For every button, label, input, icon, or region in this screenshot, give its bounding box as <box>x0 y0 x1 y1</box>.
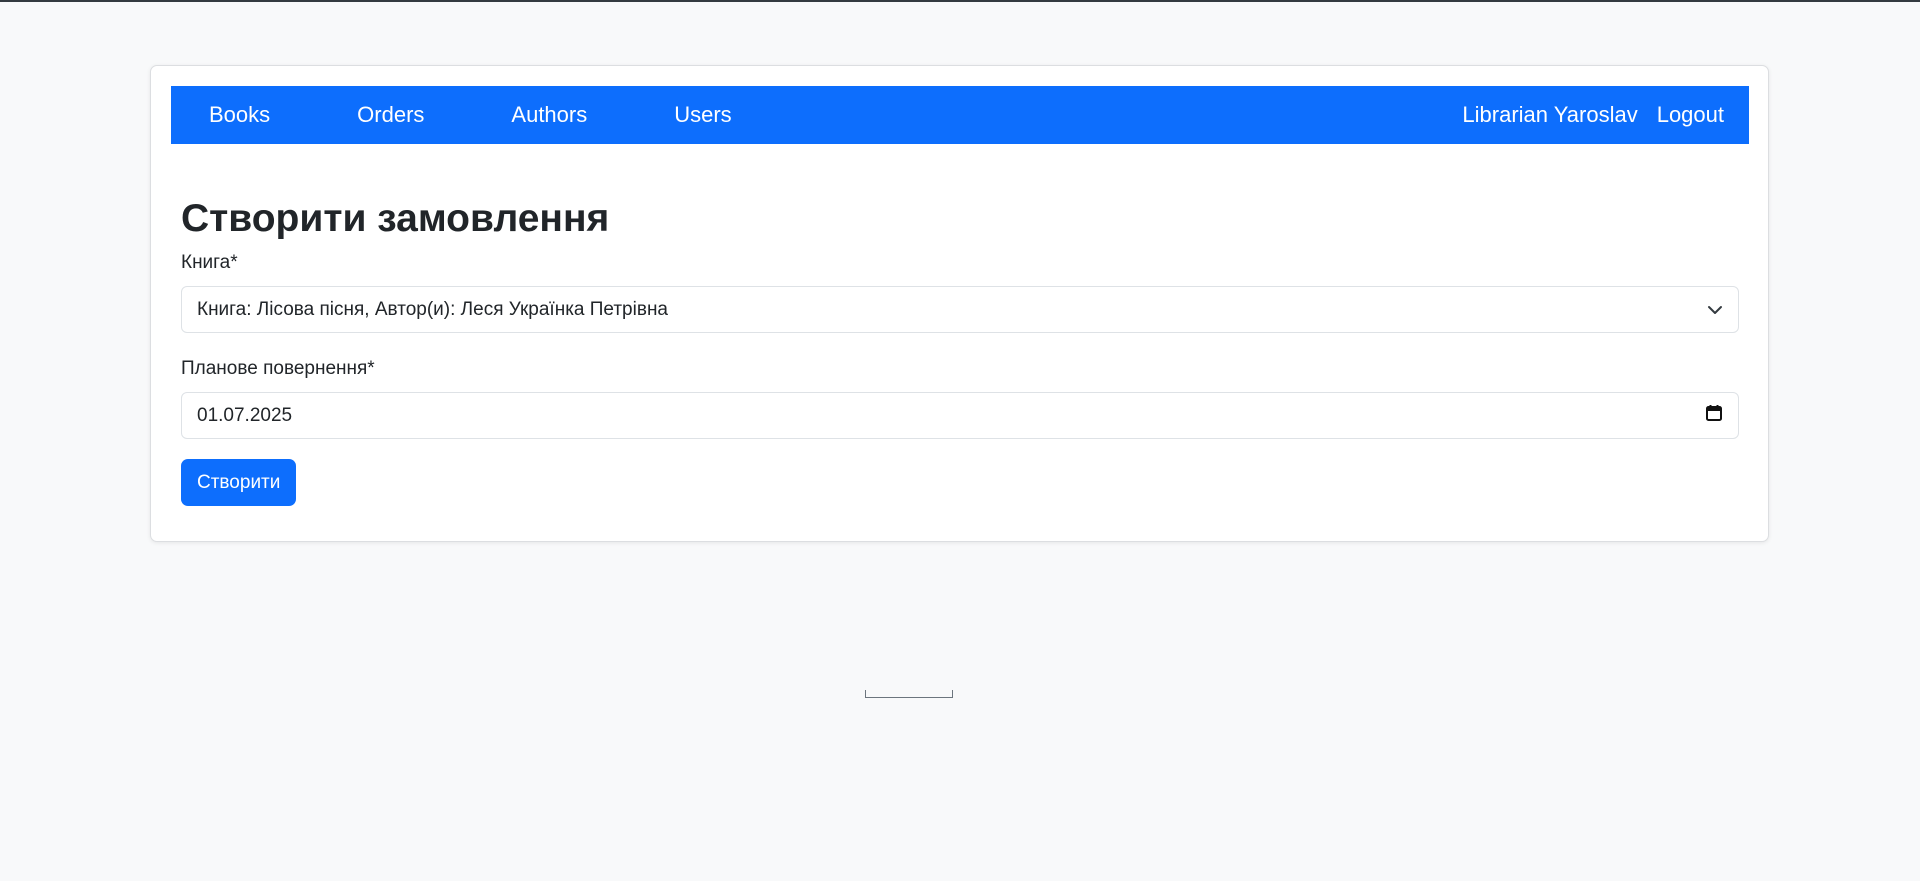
navbar: Books Orders Authors Users Librarian Yar… <box>171 86 1749 144</box>
book-select-value: Книга: Лісова пісня, Автор(и): Леся Укра… <box>197 298 669 320</box>
page-title: Створити замовлення <box>181 197 610 240</box>
return-date-input[interactable]: 01.07.2025 <box>181 392 1739 439</box>
nav-user-area: Librarian Yaroslav Logout <box>1462 102 1724 128</box>
nav-item-authors[interactable]: Authors <box>511 102 587 128</box>
book-label: Книга* <box>181 252 238 273</box>
nav-links: Books Orders Authors Users <box>171 86 819 144</box>
top-border <box>0 0 1920 2</box>
user-profile-link[interactable]: Librarian Yaroslav <box>1462 102 1637 128</box>
nav-item-users[interactable]: Users <box>674 102 731 128</box>
create-order-button[interactable]: Створити <box>181 459 297 506</box>
logout-link[interactable]: Logout <box>1657 102 1724 128</box>
footer-divider <box>865 690 953 698</box>
nav-item-orders[interactable]: Orders <box>357 102 424 128</box>
chevron-down-icon <box>1707 302 1723 318</box>
return-date-value: 01.07.2025 <box>197 404 293 426</box>
form-container: Створити замовлення Книга* Книга: Лісова… <box>181 196 1739 506</box>
main-card: Books Orders Authors Users Librarian Yar… <box>150 65 1769 542</box>
calendar-icon[interactable] <box>1705 404 1723 428</box>
book-select[interactable]: Книга: Лісова пісня, Автор(и): Леся Укра… <box>181 286 1739 333</box>
nav-item-books[interactable]: Books <box>209 102 270 128</box>
return-date-label: Планове повернення* <box>181 358 375 379</box>
